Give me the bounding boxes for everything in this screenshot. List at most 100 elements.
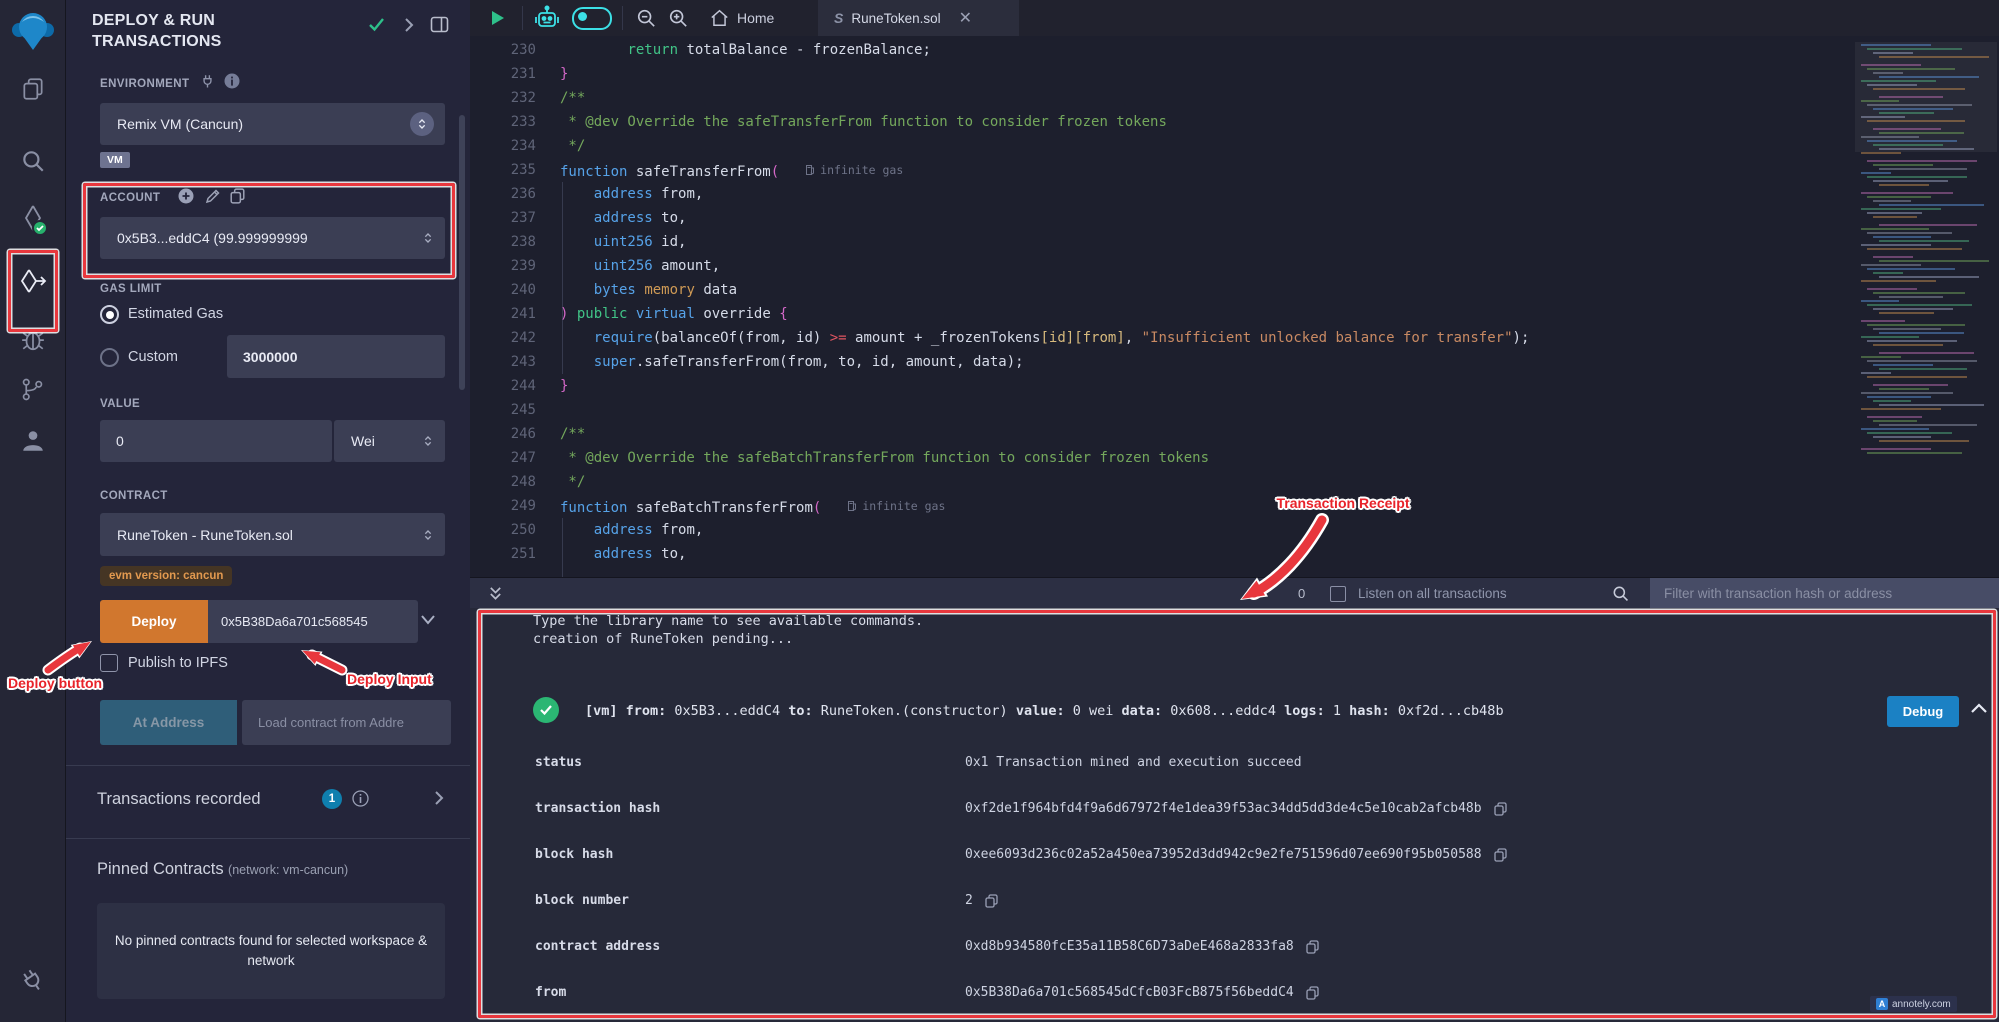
- code-line: uint256 amount,: [560, 254, 1529, 278]
- transactions-info-icon[interactable]: [352, 790, 369, 807]
- tx-success-check-icon: [533, 697, 559, 723]
- panel-title: DEPLOY & RUNTRANSACTIONS: [92, 10, 222, 52]
- code-line: address from,: [560, 182, 1529, 206]
- code-editor[interactable]: 2302312322332342352362372382392402412422…: [470, 36, 1999, 577]
- account-select[interactable]: 0x5B3...eddC4 (99.999999999: [100, 217, 445, 259]
- contract-label: CONTRACT: [100, 490, 168, 502]
- value-input[interactable]: [100, 420, 332, 462]
- learneth-icon[interactable]: [0, 428, 65, 454]
- deploy-run-icon[interactable]: [0, 268, 65, 296]
- git-branch-icon[interactable]: [0, 377, 65, 402]
- annotely-logo-icon: A: [1876, 998, 1888, 1010]
- remix-logo-icon: [0, 8, 65, 52]
- infinite-gas-decorator: infinite gas: [847, 494, 945, 518]
- expand-terminal-chevrons-icon[interactable]: [488, 586, 503, 601]
- file-explorer-icon[interactable]: [0, 76, 65, 102]
- receipt-row: status0x1 Transaction mined and executio…: [470, 741, 1990, 787]
- code-line: }: [560, 374, 1529, 398]
- transaction-receipt-table: status0x1 Transaction mined and executio…: [470, 741, 1990, 1017]
- receipt-key: from: [535, 985, 566, 1000]
- divider: [622, 6, 623, 30]
- code-line: * @dev Override the safeBatchTransferFro…: [560, 446, 1529, 470]
- debugger-bug-icon[interactable]: [0, 326, 65, 352]
- environment-select[interactable]: Remix VM (Cancun): [100, 103, 445, 145]
- pin-panel-icon[interactable]: [430, 16, 449, 33]
- copy-icon[interactable]: [1494, 802, 1507, 816]
- line-number: 234: [470, 134, 536, 158]
- plugin-manager-plug-icon[interactable]: [0, 968, 65, 994]
- zoom-in-icon[interactable]: [668, 0, 688, 36]
- panel-check-icon: [368, 17, 385, 32]
- divider: [66, 765, 470, 766]
- close-tab-icon[interactable]: ✕: [959, 8, 972, 28]
- copy-icon[interactable]: [1494, 848, 1507, 862]
- contract-select[interactable]: RuneToken - RuneToken.sol: [100, 513, 445, 556]
- receipt-value: 0xf2de1f964bfd4f9a6d67972f4e1dea39f53ac3…: [965, 801, 1507, 816]
- custom-gas-input[interactable]: [227, 335, 445, 378]
- remix-ai-robot-icon[interactable]: [532, 0, 562, 36]
- line-number: 241: [470, 302, 536, 326]
- line-number: 230: [470, 38, 536, 62]
- terminal-search-icon[interactable]: [1612, 585, 1629, 602]
- listen-transactions-label: Listen on all transactions: [1358, 586, 1507, 601]
- collapse-tx-chevron-icon[interactable]: [1970, 702, 1988, 714]
- infinite-gas-decorator: infinite gas: [805, 158, 903, 182]
- copy-icon[interactable]: [1306, 986, 1319, 1000]
- run-script-play-icon[interactable]: [490, 0, 506, 36]
- deploy-button[interactable]: Deploy: [100, 600, 208, 643]
- at-address-button[interactable]: At Address: [100, 700, 237, 745]
- listen-transactions-checkbox[interactable]: [1330, 586, 1346, 602]
- environment-label: ENVIRONMENT: [100, 78, 189, 90]
- vm-badge: VM: [100, 152, 130, 168]
- copy-icon[interactable]: [985, 894, 998, 908]
- code-line: */: [560, 470, 1529, 494]
- gas-limit-label: GAS LIMIT: [100, 283, 162, 295]
- pinned-contracts-network: (network: vm-cancun): [228, 863, 348, 877]
- solidity-compiler-icon[interactable]: [0, 204, 65, 236]
- tx-summary[interactable]: [vm] from: 0x5B3...eddC4 to: RuneToken.(…: [585, 703, 1504, 719]
- at-address-input[interactable]: [242, 700, 451, 745]
- editor-minimap[interactable]: [1855, 42, 1997, 462]
- add-account-icon[interactable]: [178, 188, 194, 204]
- receipt-key: contract address: [535, 939, 660, 954]
- deploy-expand-chevron-icon[interactable]: [420, 614, 436, 626]
- account-label: ACCOUNT: [100, 192, 160, 204]
- zoom-out-icon[interactable]: [636, 0, 656, 36]
- custom-gas-radio[interactable]: [100, 348, 119, 367]
- estimated-gas-radio[interactable]: [100, 305, 119, 324]
- deploy-constructor-input[interactable]: [208, 600, 418, 643]
- value-unit-select[interactable]: Wei: [334, 420, 445, 462]
- copy-icon[interactable]: [1306, 940, 1319, 954]
- copy-account-icon[interactable]: [230, 188, 245, 204]
- receipt-value: 0x5B38Da6a701c568545dCfcB03FcB875f56bedd…: [965, 985, 1319, 1000]
- contract-stepper-icon: [422, 528, 434, 542]
- copilot-toggle[interactable]: [572, 0, 612, 36]
- publish-ipfs-checkbox[interactable]: [100, 654, 118, 672]
- tab-runetoken-sol[interactable]: S RuneToken.sol ✕: [818, 0, 1019, 36]
- sign-message-pencil-icon[interactable]: [205, 188, 221, 204]
- annotation-deploy-button-label: Deploy button: [8, 675, 102, 691]
- code-line: uint256 id,: [560, 230, 1529, 254]
- receipt-key: status: [535, 755, 582, 770]
- plug-icon[interactable]: [200, 74, 215, 89]
- transactions-expand-chevron-icon[interactable]: [434, 790, 444, 806]
- panel-next-chevron-icon[interactable]: [404, 17, 414, 33]
- environment-stepper-icon[interactable]: [410, 112, 434, 136]
- line-number: 236: [470, 182, 536, 206]
- receipt-key: transaction hash: [535, 801, 660, 816]
- panel-scrollbar[interactable]: [459, 115, 465, 390]
- custom-gas-label: Custom: [128, 349, 178, 365]
- line-number: 246: [470, 422, 536, 446]
- transaction-filter-input[interactable]: [1650, 578, 1999, 609]
- pending-tx-count: 0: [1298, 586, 1305, 601]
- line-number: 239: [470, 254, 536, 278]
- debug-button[interactable]: Debug: [1887, 696, 1959, 727]
- environment-info-icon[interactable]: [224, 73, 240, 89]
- tab-home[interactable]: Home: [710, 0, 774, 36]
- publish-ipfs-label: Publish to IPFS: [128, 655, 228, 671]
- search-icon[interactable]: [0, 148, 65, 174]
- line-number: 240: [470, 278, 536, 302]
- transactions-count-badge: 1: [322, 789, 342, 809]
- code-line: */: [560, 134, 1529, 158]
- line-number: 248: [470, 470, 536, 494]
